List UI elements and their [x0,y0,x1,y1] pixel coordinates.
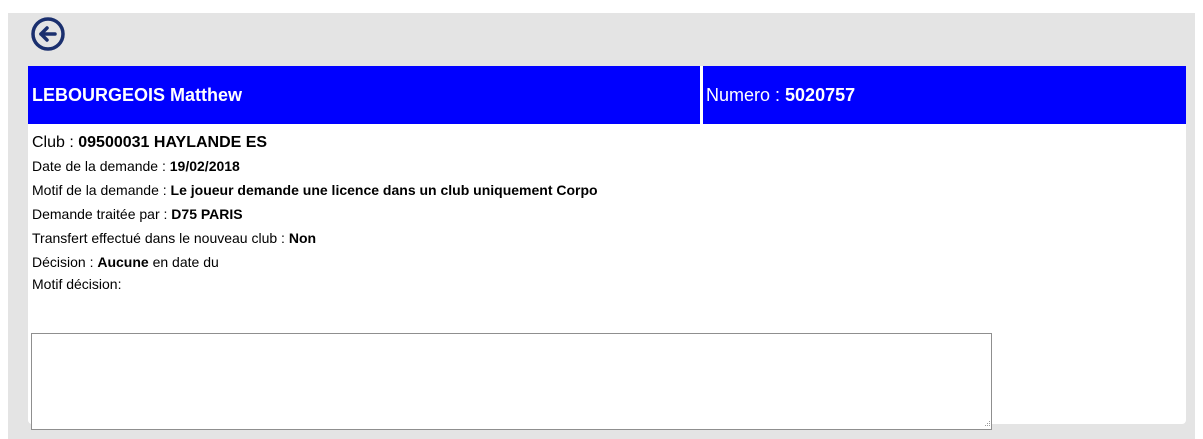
decision-suffix: en date du [148,254,219,270]
motif-label: Motif de la demande : [32,182,171,198]
motif-decision-textarea[interactable] [31,333,992,430]
arrow-left-circle-icon [31,17,65,51]
traitee-label: Demande traitée par : [32,206,172,222]
decision-label: Décision : [32,254,98,270]
traitee-row: Demande traitée par : D75 PARIS [32,202,1186,226]
numero-value: 5020757 [785,85,856,105]
numero-label: Numero : [706,85,786,105]
date-row: Date de la demande : 19/02/2018 [32,154,1186,178]
page-container: LEBOURGEOIS Matthew Numero : 5020757 Clu… [8,13,1195,439]
player-name: LEBOURGEOIS Matthew [28,66,700,124]
transfert-row: Transfert effectué dans le nouveau club … [32,226,1186,250]
decision-row: Décision : Aucune en date du [32,250,1186,274]
club-value: 09500031 HAYLANDE ES [78,134,268,151]
motif-decision-label: Motif décision: [32,276,122,292]
traitee-value: D75 PARIS [171,206,243,222]
player-number: Numero : 5020757 [703,66,1186,124]
resize-grip-icon[interactable] [983,419,991,427]
date-value: 19/02/2018 [169,158,240,174]
club-label: Club : [32,134,79,151]
request-details: Club : 09500031 HAYLANDE ES Date de la d… [32,131,1186,294]
motif-value: Le joueur demande une licence dans un cl… [170,182,598,198]
club-row: Club : 09500031 HAYLANDE ES [32,131,1186,154]
request-panel: LEBOURGEOIS Matthew Numero : 5020757 Clu… [28,66,1186,430]
date-label: Date de la demande : [32,158,170,174]
transfert-value: Non [288,230,317,246]
decision-value: Aucune [97,254,149,270]
motif-row: Motif de la demande : Le joueur demande … [32,178,1186,202]
transfert-label: Transfert effectué dans le nouveau club … [32,230,289,246]
back-button[interactable] [30,16,66,52]
